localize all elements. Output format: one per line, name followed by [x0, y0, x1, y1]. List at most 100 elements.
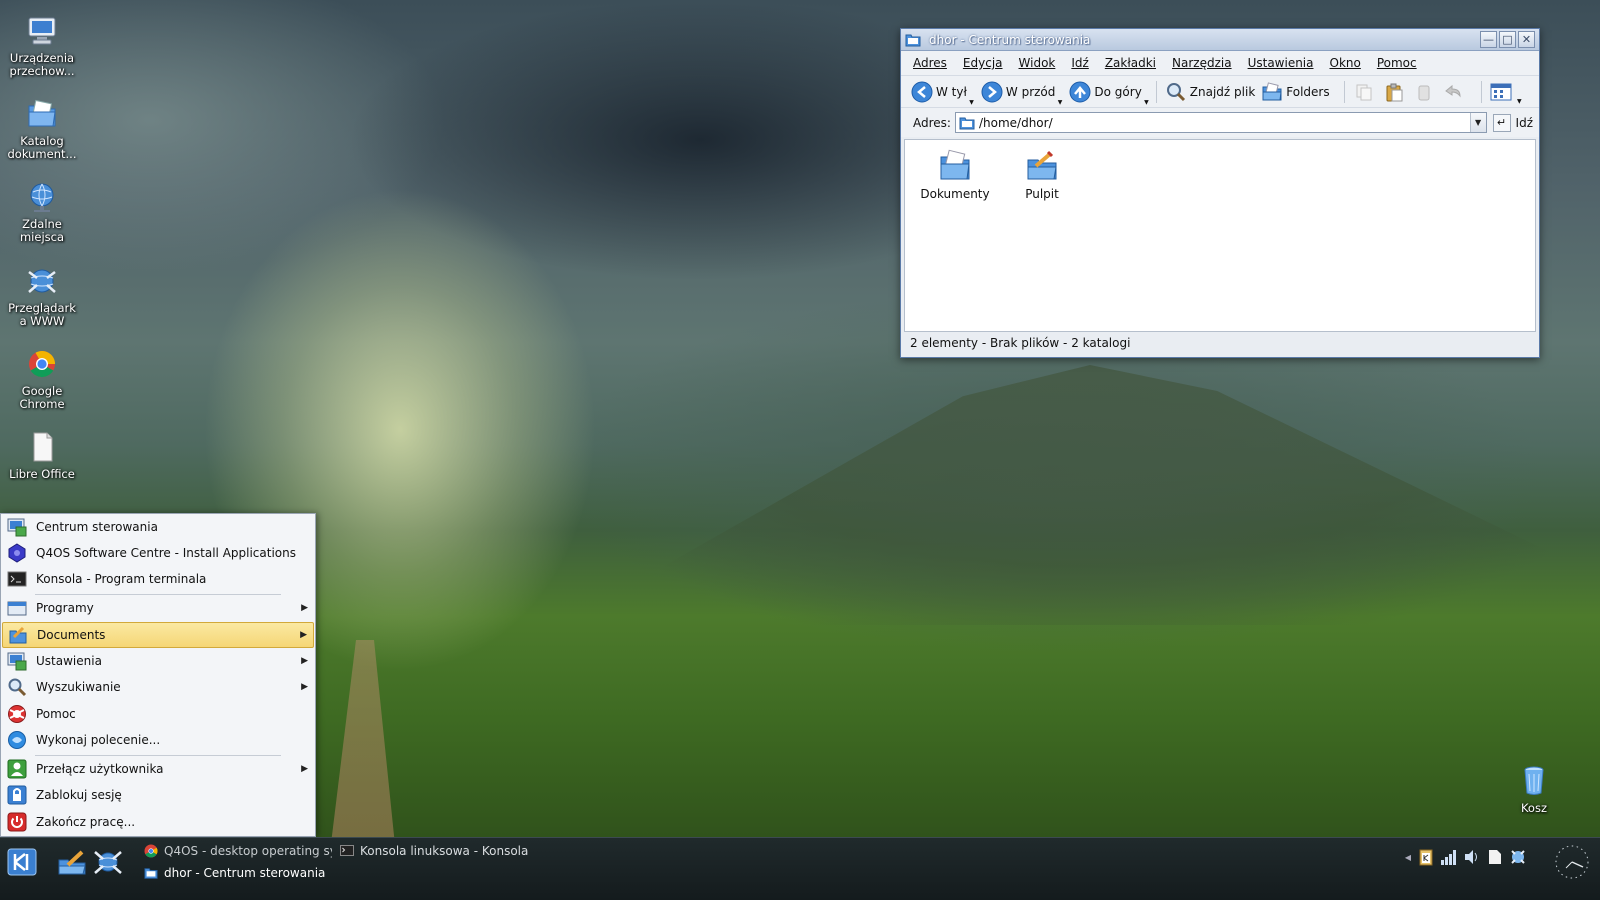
- web-browser-icon: [28, 269, 56, 293]
- forward-label: W przód: [1005, 84, 1056, 99]
- maximize-button[interactable]: □: [1499, 31, 1516, 48]
- switch-user-icon: [6, 758, 28, 780]
- help-icon: [6, 703, 28, 725]
- folder-icon: [959, 117, 975, 129]
- menu-view[interactable]: Widok: [1011, 56, 1064, 70]
- up-button[interactable]: Do góry ▼: [1069, 81, 1149, 106]
- folders-label: Folders: [1286, 84, 1330, 99]
- menu-help[interactable]: Pomoc: [1369, 56, 1425, 70]
- address-dropdown-button[interactable]: ▼: [1469, 113, 1486, 132]
- menu-item-label: Wykonaj polecenie...: [36, 733, 161, 747]
- menu-item-software-centre[interactable]: Q4OS Software Centre - Install Applicati…: [2, 540, 314, 566]
- menu-item-run-command[interactable]: Wykonaj polecenie...: [2, 727, 314, 753]
- menu-bookmarks[interactable]: Zakładki: [1097, 56, 1164, 70]
- minimize-button[interactable]: —: [1480, 31, 1497, 48]
- folders-button[interactable]: Folders: [1261, 81, 1330, 103]
- find-file-button[interactable]: Znajdź plik: [1165, 81, 1255, 103]
- view-mode-button[interactable]: ▼: [1490, 82, 1522, 105]
- desktop-icon-chrome[interactable]: Google Chrome: [0, 347, 84, 411]
- trash-can-icon: [1418, 85, 1430, 100]
- web-browser-icon[interactable]: [92, 848, 124, 876]
- back-button[interactable]: W tył ▼: [911, 81, 974, 106]
- submenu-arrow-icon: ▶: [301, 603, 308, 613]
- address-input[interactable]: [978, 115, 1459, 130]
- terminal-icon: [340, 845, 354, 856]
- minimize-icon: —: [1483, 33, 1494, 46]
- file-item-pulpit[interactable]: Pulpit: [1002, 148, 1082, 201]
- menu-tools[interactable]: Narzędzia: [1164, 56, 1240, 70]
- file-item-dokumenty[interactable]: Dokumenty: [915, 148, 995, 201]
- desktop-icon-documents-folder[interactable]: Katalog dokument...: [0, 97, 84, 161]
- home-folder-icon[interactable]: [56, 848, 88, 876]
- arrow-right-icon: [981, 81, 1003, 102]
- arrow-left-icon: [911, 81, 933, 102]
- chrome-icon: [144, 844, 158, 858]
- trash-icon: [1524, 766, 1544, 795]
- menu-item-search[interactable]: Wyszukiwanie ▶: [2, 674, 314, 700]
- quick-launch: [56, 848, 124, 876]
- delete-button[interactable]: [1413, 81, 1435, 103]
- menu-item-label: Zablokuj sesję: [36, 788, 122, 802]
- task-konsola[interactable]: Konsola linuksowa - Konsola: [340, 841, 540, 861]
- task-file-manager[interactable]: dhor - Centrum sterowania: [144, 863, 344, 883]
- volume-icon[interactable]: [1463, 846, 1481, 868]
- desktop-icon-remote-places[interactable]: Zdalne miejsca: [0, 180, 84, 244]
- search-icon: [6, 676, 28, 698]
- menu-item-help[interactable]: Pomoc: [2, 701, 314, 727]
- menu-item-settings[interactable]: Ustawienia ▶: [2, 648, 314, 674]
- menu-settings[interactable]: Ustawienia: [1240, 56, 1322, 70]
- copy-button[interactable]: [1353, 81, 1375, 103]
- menu-item-programs[interactable]: Programy ▶: [2, 595, 314, 621]
- menu-item-lock-session[interactable]: Zablokuj sesję: [2, 782, 314, 808]
- start-button[interactable]: [4, 848, 40, 876]
- go-button[interactable]: ↵ Idź: [1492, 113, 1533, 132]
- enter-icon: ↵: [1492, 113, 1511, 132]
- task-label: dhor - Centrum sterowania: [164, 866, 326, 880]
- paste-button[interactable]: [1383, 81, 1405, 103]
- shutdown-icon: [6, 811, 28, 833]
- desktop-icon-libre-office[interactable]: Libre Office: [0, 430, 84, 481]
- update-icon[interactable]: [1509, 846, 1527, 868]
- menu-item-control-center[interactable]: Centrum sterowania: [2, 514, 314, 540]
- documents-icon: [7, 624, 29, 646]
- submenu-arrow-icon: ▶: [301, 764, 308, 774]
- window-titlebar[interactable]: dhor - Centrum sterowania — □ ✕: [901, 29, 1539, 51]
- menu-item-terminal[interactable]: Konsola - Program terminala: [2, 566, 314, 592]
- toolbar: W tył ▼ W przód ▼ Do góry ▼ Znajdź plik …: [901, 75, 1539, 107]
- desktop-icon-label: Katalog dokument...: [7, 134, 77, 161]
- control-center-icon: [6, 516, 28, 538]
- clock[interactable]: [1552, 842, 1592, 882]
- menu-window[interactable]: Okno: [1322, 56, 1369, 70]
- software-centre-icon: [6, 542, 28, 564]
- kde-menu-icon: [7, 848, 37, 876]
- paste-icon: [1386, 83, 1403, 101]
- toolbar-separator: [1480, 80, 1482, 103]
- desktop-icon-trash[interactable]: Kosz: [1492, 764, 1576, 815]
- network-icon[interactable]: [1440, 846, 1458, 868]
- window-title: dhor - Centrum sterowania: [929, 32, 1091, 47]
- terminal-icon: [6, 568, 28, 590]
- file-view[interactable]: Dokumenty Pulpit: [904, 139, 1536, 332]
- menu-item-switch-user[interactable]: Przełącz użytkownika ▶: [2, 756, 314, 782]
- address-field[interactable]: ▼: [954, 112, 1487, 133]
- desktop-icon-label: Google Chrome: [19, 384, 65, 411]
- close-button[interactable]: ✕: [1518, 31, 1535, 48]
- clipboard-icon[interactable]: [1417, 846, 1435, 868]
- menu-item-documents[interactable]: Documents ▶: [2, 622, 314, 648]
- search-icon: [1166, 82, 1185, 101]
- desktop-icon-storage-devices[interactable]: Urządzenia przechow...: [0, 14, 84, 78]
- menu-item-label: Programy: [36, 601, 94, 615]
- up-label: Do góry: [1094, 84, 1142, 99]
- desktop-icon-web-browser[interactable]: Przeglądark a WWW: [0, 264, 84, 328]
- file-manager-window[interactable]: dhor - Centrum sterowania — □ ✕ Adres Ed…: [900, 28, 1540, 358]
- menu-edit[interactable]: Edycja: [955, 56, 1011, 70]
- address-label: Adres:: [913, 115, 951, 130]
- menu-item-shutdown[interactable]: Zakończ pracę...: [2, 809, 314, 835]
- menu-go[interactable]: Idź: [1063, 56, 1096, 70]
- menu-address[interactable]: Adres: [905, 56, 955, 70]
- notes-icon[interactable]: [1486, 846, 1504, 868]
- undo-button[interactable]: [1443, 81, 1465, 103]
- task-chrome[interactable]: Q4OS - desktop operating syste: [144, 841, 332, 861]
- forward-button[interactable]: W przód ▼: [981, 81, 1062, 106]
- tray-expand-icon[interactable]: ◀: [1404, 846, 1412, 868]
